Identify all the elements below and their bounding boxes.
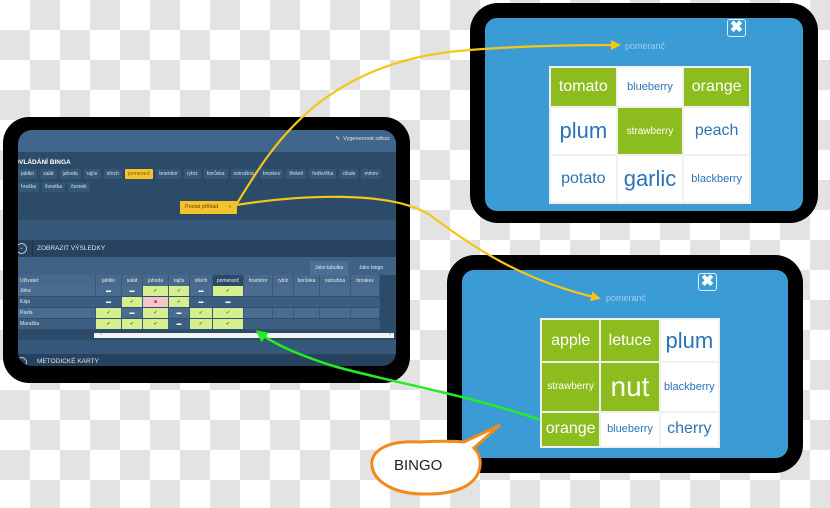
bingo-callout-text: BINGO xyxy=(394,457,443,474)
arrow-to-tablet-1 xyxy=(235,40,621,206)
annotation-layer xyxy=(235,40,621,496)
bingo-arrow xyxy=(255,330,541,422)
arrow-to-tablet-2 xyxy=(235,195,601,302)
